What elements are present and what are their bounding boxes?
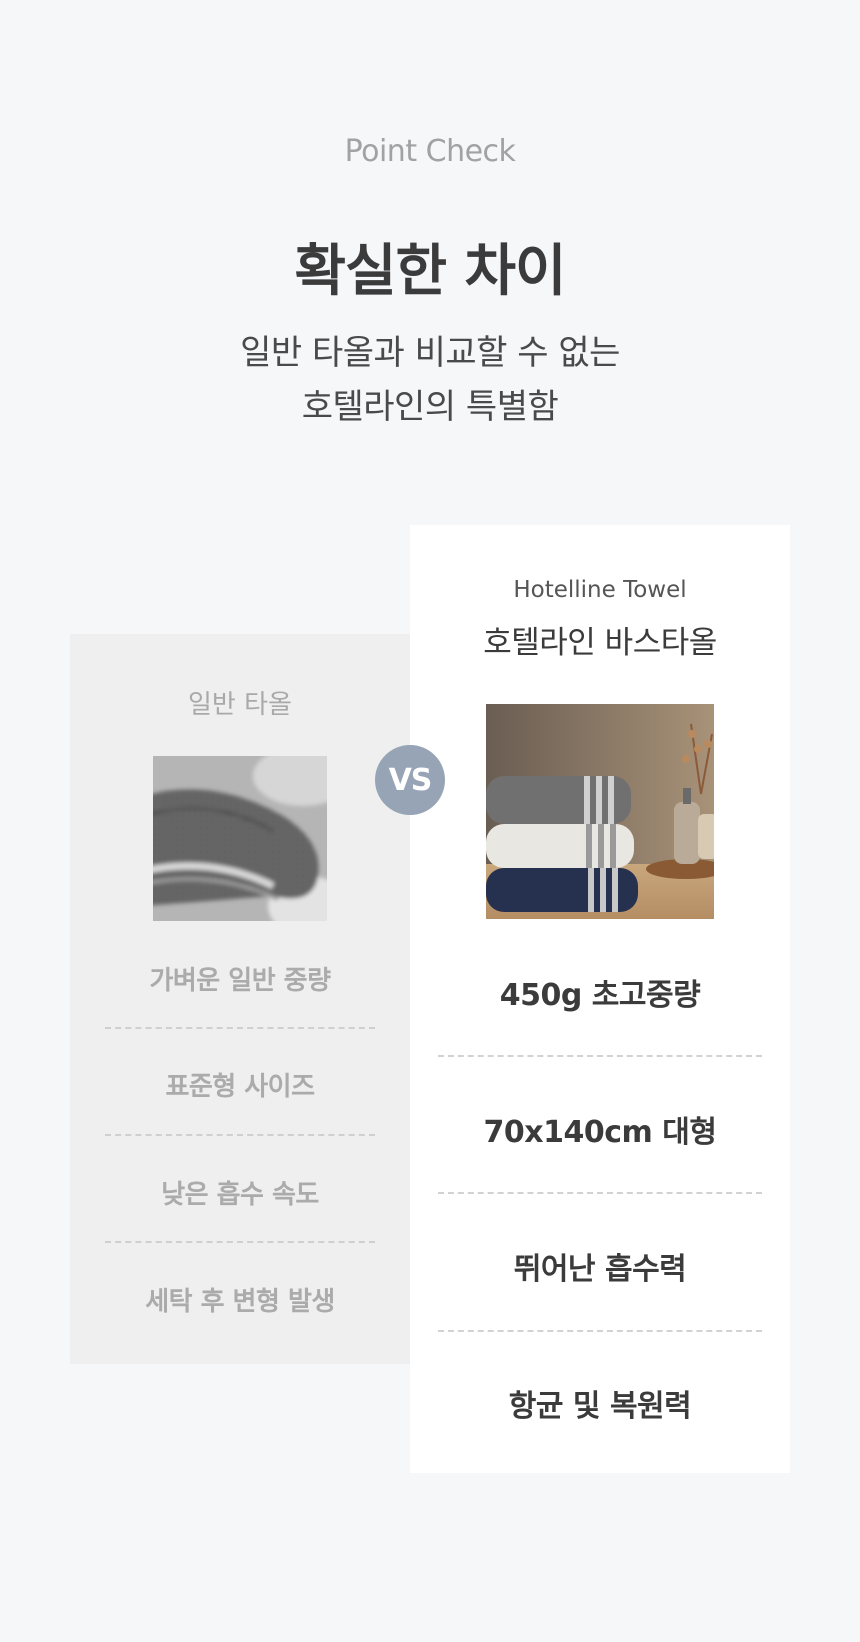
hotelline-feature-weight: 450g 초고중량 bbox=[499, 978, 701, 1013]
hotelline-feature-absorbency: 뛰어난 흡수력 bbox=[513, 1252, 687, 1287]
hotelline-towel-photo bbox=[486, 704, 714, 919]
divider bbox=[438, 1192, 762, 1194]
hotelline-eyebrow: Hotelline Towel bbox=[513, 577, 687, 603]
hotelline-feature-antibacterial: 항균 및 복원력 bbox=[508, 1389, 692, 1424]
section-eyebrow: Point Check bbox=[344, 134, 516, 169]
section-subtitle: 일반 타올과 비교할 수 없는 호텔라인의 특별함 bbox=[0, 326, 860, 434]
ordinary-feature-weight: 가벼운 일반 중량 bbox=[149, 966, 331, 996]
subtitle-line-2: 호텔라인의 특별함 bbox=[301, 387, 559, 427]
ordinary-feature-durability: 세탁 후 변형 발생 bbox=[145, 1287, 335, 1317]
ordinary-towel-card: 일반 타올 가벼운 일반 중량 표준형 사이즈 낮은 흡수 속도 세탁 후 변형… bbox=[70, 634, 410, 1364]
ordinary-feature-absorbency: 낮은 흡수 속도 bbox=[161, 1180, 319, 1210]
ordinary-towel-heading: 일반 타올 bbox=[188, 690, 292, 720]
divider bbox=[438, 1330, 762, 1332]
ordinary-towel-photo bbox=[153, 756, 327, 921]
hotelline-feature-size: 70x140cm 대형 bbox=[483, 1115, 717, 1150]
divider bbox=[105, 1134, 375, 1136]
divider bbox=[438, 1055, 762, 1057]
hotelline-heading: 호텔라인 바스타올 bbox=[483, 625, 717, 661]
ordinary-feature-size: 표준형 사이즈 bbox=[165, 1072, 315, 1102]
subtitle-line-1: 일반 타올과 비교할 수 없는 bbox=[240, 333, 620, 373]
divider bbox=[105, 1241, 375, 1243]
hotelline-towel-card: Hotelline Towel 호텔라인 바스타올 450g 초고중량 70x1… bbox=[410, 525, 790, 1473]
vs-badge: VS bbox=[375, 745, 445, 815]
section-title: 확실한 차이 bbox=[294, 239, 566, 304]
divider bbox=[105, 1027, 375, 1029]
